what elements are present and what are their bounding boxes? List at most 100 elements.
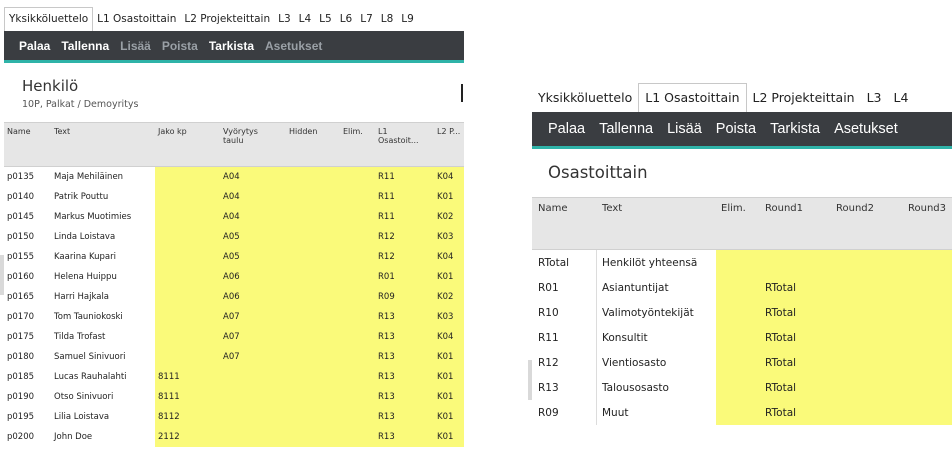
table-row[interactable]: p0200 John Doe 2112 R13 K01 [4, 427, 464, 447]
cell-vyorytys-taulu[interactable]: A04 [223, 167, 283, 187]
cell-l2-projekteittain[interactable]: K03 [437, 307, 464, 327]
cell-l1-osastoittain[interactable]: R11 [378, 207, 418, 227]
cell-text[interactable]: Lucas Rauhalahti [51, 367, 155, 387]
cell-l1-osastoittain[interactable]: R12 [378, 227, 418, 247]
col-header-vyorytys-taulu[interactable]: Vyörytys taulu [223, 127, 263, 145]
cell-name[interactable]: p0175 [4, 327, 51, 347]
table-row[interactable]: p0145 Markus Muotimies A04 R11 K02 [4, 207, 464, 227]
cell-text[interactable]: Harri Hajkala [51, 287, 155, 307]
cell-l2-projekteittain[interactable]: K01 [437, 367, 464, 387]
cell-text[interactable]: Muut [596, 400, 716, 425]
cell-vyorytys-taulu[interactable]: A07 [223, 327, 283, 347]
cell-vyorytys-taulu[interactable]: A06 [223, 287, 283, 307]
cell-text[interactable]: Helena Huippu [51, 267, 155, 287]
cell-name[interactable]: p0155 [4, 247, 51, 267]
cell-name[interactable]: p0145 [4, 207, 51, 227]
cell-name[interactable]: p0185 [4, 367, 51, 387]
scrollbar-left[interactable] [0, 255, 4, 295]
cell-l2-projekteittain[interactable]: K02 [437, 207, 464, 227]
cell-text[interactable]: Maja Mehiläinen [51, 167, 155, 187]
cell-l1-osastoittain[interactable]: R13 [378, 307, 418, 327]
cell-vyorytys-taulu[interactable] [223, 427, 283, 447]
table-row[interactable]: p0140 Patrik Pouttu A04 R11 K01 [4, 187, 464, 207]
cell-name[interactable]: R12 [532, 350, 596, 375]
cell-l2-projekteittain[interactable]: K01 [437, 407, 464, 427]
col-header-l2-projekteittain[interactable]: L2 P... [437, 127, 463, 136]
cell-text[interactable]: Otso Sinivuori [51, 387, 155, 407]
cell-vyorytys-taulu[interactable]: A05 [223, 247, 283, 267]
tab-l7[interactable]: L7 [356, 8, 377, 31]
palaa-button[interactable]: Palaa [548, 121, 585, 137]
col-header-elim[interactable]: Elim. [343, 127, 363, 136]
cell-vyorytys-taulu[interactable]: A07 [223, 307, 283, 327]
cell-text[interactable]: Asiantuntijat [596, 275, 716, 300]
table-row[interactable]: R09 Muut RTotal [532, 400, 952, 425]
cell-round1[interactable]: RTotal [765, 400, 835, 425]
cell-name[interactable]: p0135 [4, 167, 51, 187]
cell-l2-projekteittain[interactable]: K02 [437, 287, 464, 307]
cell-l1-osastoittain[interactable]: R13 [378, 407, 418, 427]
cell-vyorytys-taulu[interactable]: A04 [223, 187, 283, 207]
cell-vyorytys-taulu[interactable]: A07 [223, 347, 283, 367]
lisaa-button[interactable]: Lisää [120, 39, 151, 53]
cell-l2-projekteittain[interactable]: K01 [437, 347, 464, 367]
table-row[interactable]: R13 Talousosasto RTotal [532, 375, 952, 400]
tab-l4[interactable]: L4 [888, 84, 915, 112]
tab-l4[interactable]: L4 [295, 8, 316, 31]
table-row[interactable]: p0195 Lilia Loistava 8112 R13 K01 [4, 407, 464, 427]
cell-vyorytys-taulu[interactable] [223, 367, 283, 387]
asetukset-button[interactable]: Asetukset [834, 121, 898, 137]
cell-name[interactable]: p0160 [4, 267, 51, 287]
tab-l1-osastoittain[interactable]: L1 Osastoittain [93, 8, 180, 31]
col-header-name[interactable]: Name [538, 203, 568, 215]
cell-name[interactable]: p0150 [4, 227, 51, 247]
cell-l2-projekteittain[interactable]: K04 [437, 247, 464, 267]
tab-l9[interactable]: L9 [397, 8, 418, 31]
tarkista-button[interactable]: Tarkista [209, 39, 254, 53]
table-row[interactable]: p0155 Kaarina Kupari A05 R12 K04 [4, 247, 464, 267]
cell-name[interactable]: R11 [532, 325, 596, 350]
col-header-round3[interactable]: Round3 [908, 203, 946, 215]
cell-vyorytys-taulu[interactable]: A04 [223, 207, 283, 227]
cell-name[interactable]: RTotal [532, 250, 596, 275]
cell-round1[interactable]: RTotal [765, 325, 835, 350]
tab-yksikkoluettelo[interactable]: Yksikköluettelo [532, 84, 638, 112]
cell-l2-projekteittain[interactable]: K04 [437, 327, 464, 347]
table-row[interactable]: R12 Vientiosasto RTotal [532, 350, 952, 375]
tallenna-button[interactable]: Tallenna [599, 121, 653, 137]
col-header-name[interactable]: Name [7, 127, 31, 136]
col-header-round1[interactable]: Round1 [765, 203, 803, 215]
table-row[interactable]: R11 Konsultit RTotal [532, 325, 952, 350]
cell-round1[interactable]: RTotal [765, 300, 835, 325]
table-row[interactable]: R01 Asiantuntijat RTotal [532, 275, 952, 300]
cell-name[interactable]: R09 [532, 400, 596, 425]
col-header-l1-osastoittain[interactable]: L1 Osastoit... [378, 127, 419, 145]
cell-text[interactable]: Patrik Pouttu [51, 187, 155, 207]
palaa-button[interactable]: Palaa [19, 39, 50, 53]
cell-text[interactable]: Talousosasto [596, 375, 716, 400]
cell-l2-projekteittain[interactable]: K04 [437, 167, 464, 187]
cell-text[interactable]: Henkilöt yhteensä [596, 250, 716, 275]
poista-button[interactable]: Poista [162, 39, 198, 53]
table-row[interactable]: p0175 Tilda Trofast A07 R13 K04 [4, 327, 464, 347]
cell-round1[interactable] [765, 250, 835, 275]
tab-l2-projekteittain[interactable]: L2 Projekteittain [180, 8, 274, 31]
cell-l2-projekteittain[interactable]: K01 [437, 387, 464, 407]
cell-name[interactable]: R01 [532, 275, 596, 300]
col-header-jako-kp[interactable]: Jako kp [158, 127, 187, 136]
cell-vyorytys-taulu[interactable]: A06 [223, 267, 283, 287]
cell-round1[interactable]: RTotal [765, 375, 835, 400]
tab-l1-osastoittain[interactable]: L1 Osastoittain [638, 83, 747, 112]
cell-name[interactable]: p0195 [4, 407, 51, 427]
cell-l1-osastoittain[interactable]: R11 [378, 167, 418, 187]
cell-vyorytys-taulu[interactable] [223, 387, 283, 407]
table-row[interactable]: p0135 Maja Mehiläinen A04 R11 K04 [4, 167, 464, 187]
cell-l1-osastoittain[interactable]: R13 [378, 367, 418, 387]
col-header-hidden[interactable]: Hidden [289, 127, 317, 136]
tab-l5[interactable]: L5 [315, 8, 336, 31]
cell-l1-osastoittain[interactable]: R09 [378, 287, 418, 307]
cell-name[interactable]: p0170 [4, 307, 51, 327]
tallenna-button[interactable]: Tallenna [61, 39, 109, 53]
tarkista-button[interactable]: Tarkista [770, 121, 820, 137]
cell-text[interactable]: Valimotyöntekijät [596, 300, 716, 325]
